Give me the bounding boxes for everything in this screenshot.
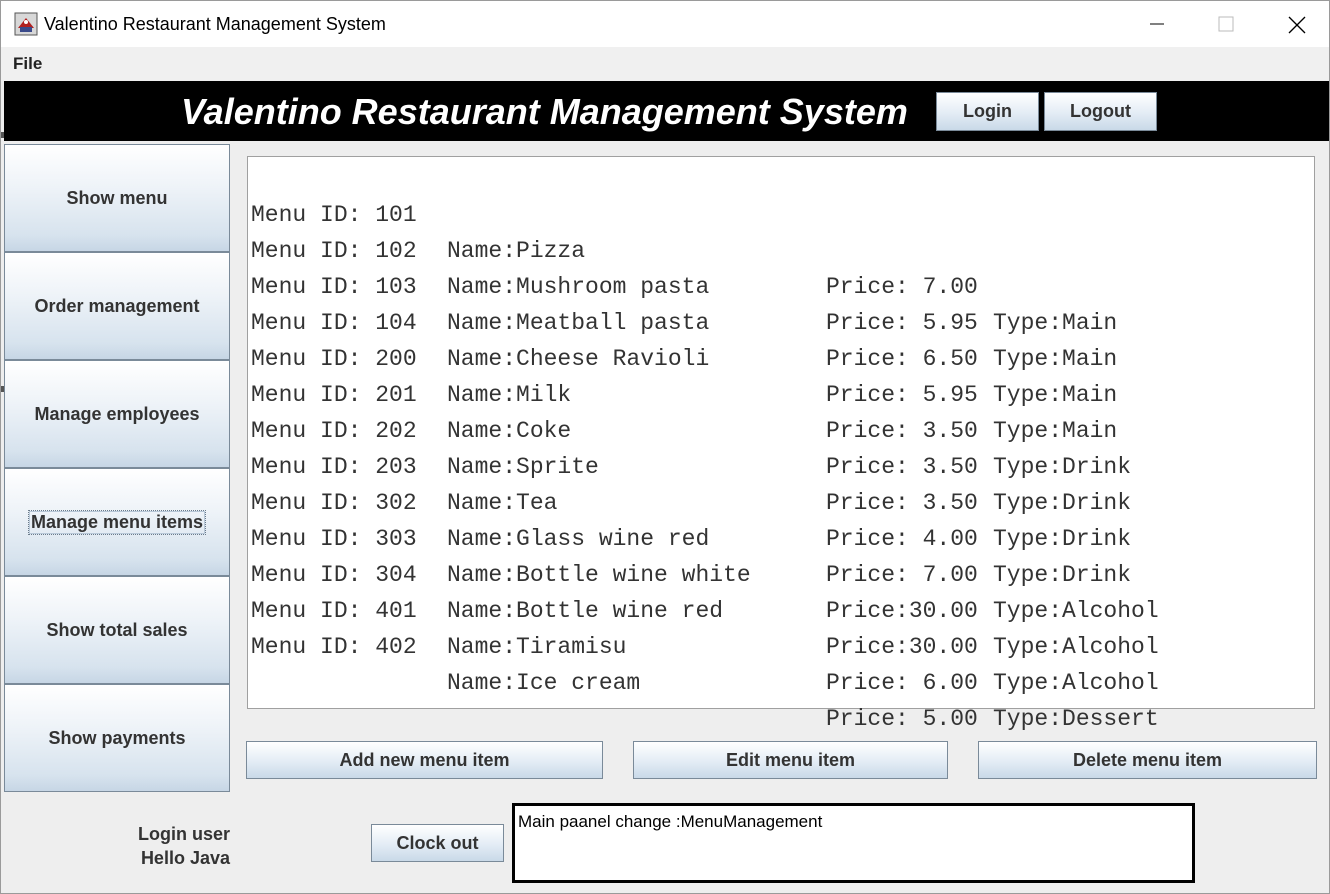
list-item: Menu ID: 103 Name:Meatball pasta Price: … [251, 233, 1117, 408]
menu-name: Name:Bottle wine white [447, 562, 751, 588]
menu-id: Menu ID: 402 [251, 634, 417, 660]
menu-name: Name:Pizza [447, 238, 586, 264]
logout-button[interactable]: Logout [1044, 92, 1157, 131]
login-user-info: Login user Hello Java [138, 822, 230, 870]
list-item: Menu ID: 200 Name:Milk Price: 3.50 Type:… [251, 305, 1131, 480]
menu-price: Price: 5.95 [826, 382, 978, 408]
list-item: Menu ID: 302 Name:Glass wine red Price: … [251, 449, 1159, 624]
manage-employees-label: Manage employees [34, 403, 200, 424]
status-message: Main paanel change :MenuManagement [518, 812, 823, 831]
list-item: Menu ID: 104 Name:Cheese Ravioli Price: … [251, 269, 1117, 444]
list-item: Menu ID: 402 Name:Ice cream Price: 5.00 … [251, 593, 1159, 768]
menu-price: Price:30.00 [826, 634, 978, 660]
menu-name: Name:Tea [447, 490, 558, 516]
add-menu-item-button[interactable]: Add new menu item [246, 741, 603, 779]
show-total-sales-label: Show total sales [46, 619, 188, 640]
close-icon [1288, 16, 1306, 34]
manage-employees-button[interactable]: Manage employees [4, 360, 230, 468]
menu-price: Price:30.00 [826, 598, 978, 624]
delete-menu-item-button[interactable]: Delete menu item [978, 741, 1317, 779]
list-item: Menu ID: 101 Name:Pizza Price: 7.00 Type… [251, 161, 1117, 336]
maximize-icon [1218, 16, 1234, 32]
menu-type: Type:Main [993, 382, 1118, 408]
edge-mark [1, 132, 4, 138]
manage-menu-items-label: Manage menu items [27, 509, 207, 535]
menu-name: Name:Bottle wine red [447, 598, 724, 624]
menu-type: Type:Dessert [993, 706, 1159, 732]
menu-price: Price: 3.50 [826, 454, 978, 480]
list-item: Menu ID: 203 Name:Tea Price: 4.00 Type:D… [251, 413, 1131, 588]
window-title: Valentino Restaurant Management System [44, 14, 386, 34]
menu-price: Price: 7.00 [826, 274, 978, 300]
header-banner: Valentino Restaurant Management System L… [4, 81, 1329, 141]
order-management-button[interactable]: Order management [4, 252, 230, 360]
menu-type: Type:Alcohol [993, 670, 1159, 696]
show-total-sales-button[interactable]: Show total sales [4, 576, 230, 684]
list-item: Menu ID: 304 Name:Bottle wine red Price:… [251, 521, 1159, 696]
menu-name: Name:Ice cream [447, 670, 641, 696]
java-app-icon [14, 12, 38, 36]
menu-price: Price: 4.00 [826, 526, 978, 552]
menu-name: Name:Milk [447, 382, 572, 408]
menu-type: Type:Drink [993, 454, 1132, 480]
list-item: Menu ID: 201 Name:Coke Price: 3.50 Type:… [251, 341, 1131, 516]
clock-out-button[interactable]: Clock out [371, 824, 504, 862]
edit-menu-item-button[interactable]: Edit menu item [633, 741, 948, 779]
menu-price: Price: 5.00 [826, 706, 978, 732]
menu-type: Type:Drink [993, 562, 1132, 588]
list-item: Menu ID: 102 Name:Mushroom pasta Price: … [251, 197, 1117, 372]
menu-type: Type:Main [993, 346, 1118, 372]
menu-name: Name:Glass wine red [447, 526, 710, 552]
show-menu-button[interactable]: Show menu [4, 144, 230, 252]
login-user-label: Login user [137, 824, 230, 844]
login-button[interactable]: Login [936, 92, 1039, 131]
menu-price: Price: 6.50 [826, 346, 978, 372]
banner-title: Valentino Restaurant Management System [181, 91, 908, 132]
edge-mark [1, 386, 4, 392]
list-item: Menu ID: 202 Name:Sprite Price: 3.50 Typ… [251, 377, 1131, 552]
menu-name: Name:Tiramisu [447, 634, 627, 660]
menu-type: Type:Drink [993, 526, 1132, 552]
menu-price: Price: 6.00 [826, 670, 978, 696]
list-item: Menu ID: 303 Name:Bottle wine white Pric… [251, 485, 1159, 660]
close-button[interactable] [1261, 1, 1330, 47]
menu-price: Price: 3.50 [826, 418, 978, 444]
menu-name: Name:Coke [447, 418, 572, 444]
manage-menu-items-button[interactable]: Manage menu items [4, 468, 230, 576]
order-management-label: Order management [34, 295, 200, 316]
menu-type: Type:Drink [993, 490, 1132, 516]
show-menu-label: Show menu [66, 187, 168, 208]
maximize-button[interactable] [1191, 1, 1261, 47]
menu-type: Type:Alcohol [993, 598, 1159, 624]
title-bar[interactable]: Valentino Restaurant Management System [1, 1, 1329, 47]
minimize-button[interactable] [1122, 1, 1192, 47]
menu-name: Name:Meatball pasta [447, 310, 710, 336]
menu-price: Price: 3.50 [826, 490, 978, 516]
app-window: Valentino Restaurant Management System F… [0, 0, 1330, 894]
menu-name: Name:Cheese Ravioli [447, 346, 710, 372]
menu-type: Type:Main [993, 418, 1118, 444]
menu-price: Price: 5.95 [826, 310, 978, 336]
show-payments-label: Show payments [48, 727, 186, 748]
list-item: Menu ID: 401 Name:Tiramisu Price: 6.00 T… [251, 557, 1159, 732]
menu-name: Name:Sprite [447, 454, 599, 480]
status-message-box: Main paanel change :MenuManagement [512, 803, 1195, 883]
menu-name: Name:Mushroom pasta [447, 274, 710, 300]
menu-type: Type:Alcohol [993, 634, 1159, 660]
menu-items-textarea[interactable]: Menu ID: 101 Name:Pizza Price: 7.00 Type… [247, 156, 1315, 768]
menu-type: Type:Main [993, 310, 1118, 336]
minimize-icon [1150, 23, 1164, 25]
menu-bar: File [1, 47, 1329, 81]
show-payments-button[interactable]: Show payments [4, 684, 230, 792]
menu-price: Price: 7.00 [826, 562, 978, 588]
login-user-name: Hello Java [140, 848, 230, 868]
menu-file[interactable]: File [13, 54, 42, 74]
